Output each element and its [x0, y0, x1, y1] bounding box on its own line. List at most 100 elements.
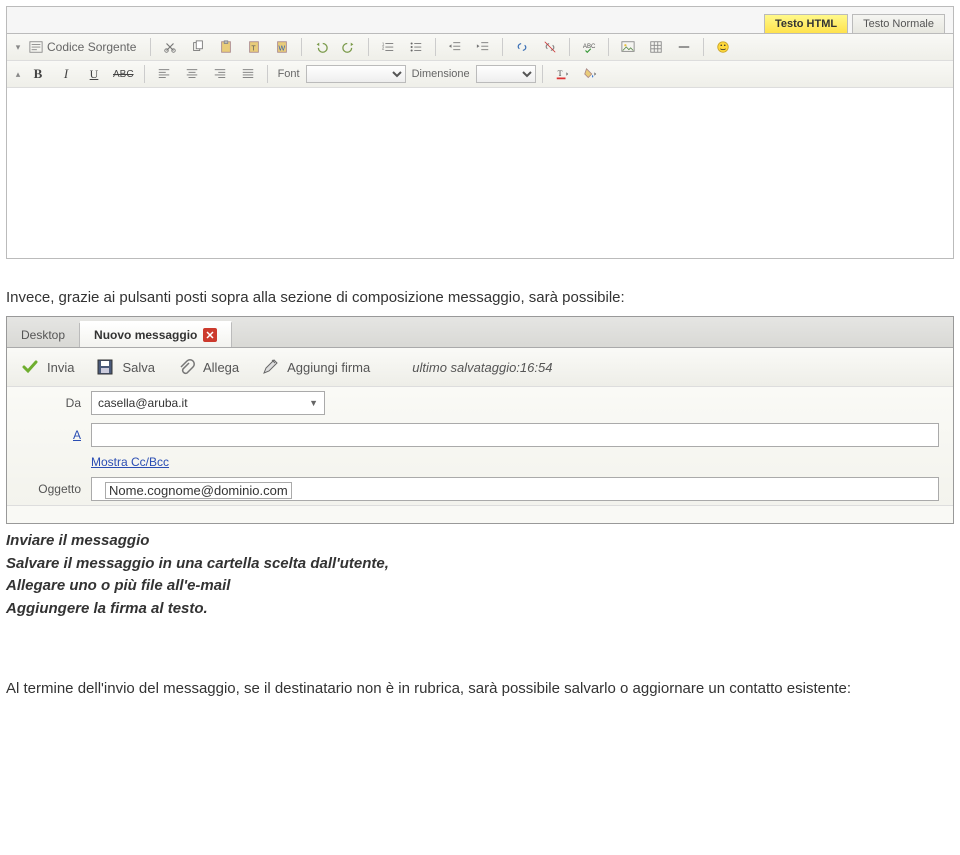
source-button[interactable]: Codice Sorgente [25, 37, 144, 57]
subject-label: Oggetto [21, 482, 81, 496]
align-center-icon [185, 67, 199, 81]
compose-tabs: Desktop Nuovo messaggio [7, 317, 953, 348]
compose-tab-label: Nuovo messaggio [94, 328, 197, 342]
font-label: Font [274, 68, 304, 80]
font-select[interactable] [306, 65, 406, 83]
scissors-icon [163, 40, 177, 54]
bullet-1: Inviare il messaggio [6, 530, 954, 553]
text-color-icon: T [555, 67, 569, 81]
align-center-button[interactable] [179, 64, 205, 84]
bold-button[interactable]: B [25, 64, 51, 84]
from-label: Da [21, 396, 81, 410]
attach-label: Allega [203, 360, 239, 375]
overlay-email-value: Nome.cognome@dominio.com [105, 482, 292, 499]
link-icon [515, 40, 529, 54]
ccbcc-row: Mostra Cc/Bcc [7, 451, 953, 473]
image-icon [621, 40, 635, 54]
source-icon [29, 40, 43, 54]
chevron-down-icon: ▼ [309, 398, 318, 408]
toolbar-row-2: ▴ B I U ABC Font Dimensione T [7, 61, 953, 88]
table-button[interactable] [643, 37, 669, 57]
add-signature-label: Aggiungi firma [287, 360, 370, 375]
close-icon [206, 331, 214, 339]
check-icon [21, 358, 39, 376]
image-button[interactable] [615, 37, 641, 57]
send-label: Invia [47, 360, 74, 375]
svg-text:T: T [252, 46, 257, 53]
compose-window: Desktop Nuovo messaggio Invia Salva Alle… [6, 316, 954, 524]
undo-button[interactable] [308, 37, 334, 57]
compose-tab-new-message[interactable]: Nuovo messaggio [80, 321, 232, 347]
source-label: Codice Sorgente [43, 40, 140, 54]
align-left-button[interactable] [151, 64, 177, 84]
indent-icon [476, 40, 490, 54]
attach-button[interactable]: Allega [177, 358, 239, 376]
align-justify-button[interactable] [235, 64, 261, 84]
smiley-icon [716, 40, 730, 54]
spellcheck-button[interactable]: ABC [576, 37, 602, 57]
compose-actions: Invia Salva Allega Aggiungi firma ultimo… [7, 348, 953, 387]
bullet-list-button[interactable] [403, 37, 429, 57]
bullet-2: Salvare il messaggio in una cartella sce… [6, 553, 954, 576]
bullet-4: Aggiungere la firma al testo. [6, 598, 954, 621]
clipboard-icon [219, 40, 233, 54]
align-right-button[interactable] [207, 64, 233, 84]
show-cc-bcc-link[interactable]: Mostra Cc/Bcc [91, 455, 169, 469]
align-left-icon [157, 67, 171, 81]
copy-button[interactable] [185, 37, 211, 57]
to-input[interactable] [91, 423, 939, 447]
underline-button[interactable]: U [81, 64, 107, 84]
pencil-icon [261, 358, 279, 376]
horizontal-rule-button[interactable] [671, 37, 697, 57]
hr-icon [677, 40, 691, 54]
tab-testo-html[interactable]: Testo HTML [764, 14, 848, 33]
compose-tab-desktop[interactable]: Desktop [7, 323, 80, 347]
to-label[interactable]: A [21, 428, 81, 442]
link-button[interactable] [509, 37, 535, 57]
cut-button[interactable] [157, 37, 183, 57]
svg-text:W: W [279, 46, 286, 53]
svg-text:T: T [557, 69, 562, 78]
outro-paragraph: Al termine dell'invio del messaggio, se … [6, 680, 954, 697]
clipboard-word-icon: W [275, 40, 289, 54]
ordered-list-icon: 12 [381, 40, 395, 54]
collapse-toolbar-icon[interactable]: ▾ [13, 38, 23, 56]
save-button[interactable]: Salva [96, 358, 155, 376]
italic-button[interactable]: I [53, 64, 79, 84]
indent-button[interactable] [470, 37, 496, 57]
redo-icon [342, 40, 356, 54]
editor-mode-tabs: Testo HTML Testo Normale [7, 7, 953, 34]
paste-button[interactable] [213, 37, 239, 57]
from-row: Da casella@aruba.it ▼ [7, 387, 953, 419]
bullet-3: Allegare uno o più file all'e-mail [6, 575, 954, 598]
text-color-button[interactable]: T [549, 64, 575, 84]
intro-paragraph: Invece, grazie ai pulsanti posti sopra a… [6, 289, 954, 306]
unlink-button[interactable] [537, 37, 563, 57]
to-row: A [7, 419, 953, 451]
paste-text-button[interactable]: T [241, 37, 267, 57]
rich-text-editor: Testo HTML Testo Normale ▾ Codice Sorgen… [6, 6, 954, 259]
close-tab-button[interactable] [203, 328, 217, 342]
strikethrough-button[interactable]: ABC [109, 64, 138, 84]
redo-button[interactable] [336, 37, 362, 57]
send-button[interactable]: Invia [21, 358, 74, 376]
editor-content-area[interactable] [7, 88, 953, 258]
from-select[interactable]: casella@aruba.it ▼ [91, 391, 325, 415]
bg-color-button[interactable] [577, 64, 603, 84]
outdent-icon [448, 40, 462, 54]
smiley-button[interactable] [710, 37, 736, 57]
paste-word-button[interactable]: W [269, 37, 295, 57]
unlink-icon [543, 40, 557, 54]
copy-icon [191, 40, 205, 54]
clipboard-text-icon: T [247, 40, 261, 54]
svg-text:2: 2 [382, 46, 385, 51]
add-signature-button[interactable]: Aggiungi firma [261, 358, 370, 376]
tab-testo-normale[interactable]: Testo Normale [852, 14, 945, 33]
save-label: Salva [122, 360, 155, 375]
outdent-button[interactable] [442, 37, 468, 57]
size-select[interactable] [476, 65, 536, 83]
numbered-list-button[interactable]: 12 [375, 37, 401, 57]
from-value: casella@aruba.it [98, 396, 188, 410]
unordered-list-icon [409, 40, 423, 54]
collapse-toolbar-2-icon[interactable]: ▴ [13, 65, 23, 83]
